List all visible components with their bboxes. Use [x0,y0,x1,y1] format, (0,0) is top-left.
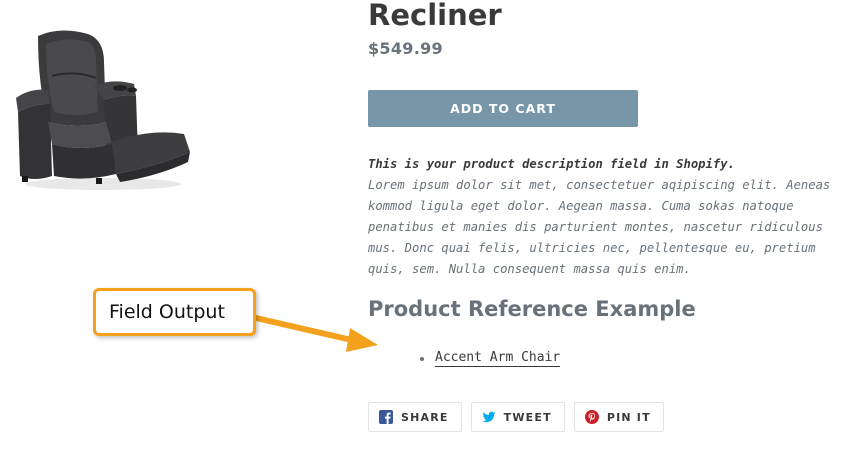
twitter-icon [482,410,496,424]
product-reference-heading: Product Reference Example [368,297,696,321]
product-price: $549.99 [368,39,443,58]
product-title: Recliner [368,0,502,32]
description-lead: This is your product description field i… [368,157,735,171]
product-reference-list: Accent Arm Chair [420,350,561,367]
social-share-bar: Share Tweet Pin it [368,402,664,432]
callout-label: Field Output [109,301,225,323]
recliner-chair-image [16,30,190,190]
share-pinterest-button[interactable]: Pin it [573,402,664,432]
share-facebook-label: Share [401,410,449,424]
add-to-cart-button[interactable]: Add to cart [368,90,638,127]
share-twitter-button[interactable]: Tweet [470,402,565,432]
field-output-callout: Field Output [93,288,256,336]
product-reference-link[interactable]: Accent Arm Chair [435,350,561,367]
product-image [8,26,198,194]
pinterest-icon [584,410,599,424]
product-description: This is your product description field i… [368,154,843,280]
bullet-icon [420,356,424,361]
description-body: Lorem ipsum dolor sit met, consectetuer … [368,178,831,276]
share-pinterest-label: Pin it [606,410,651,424]
share-facebook-button[interactable]: Share [368,402,462,432]
list-item: Accent Arm Chair [420,350,561,367]
share-twitter-label: Tweet [503,410,552,424]
facebook-icon [379,410,393,424]
